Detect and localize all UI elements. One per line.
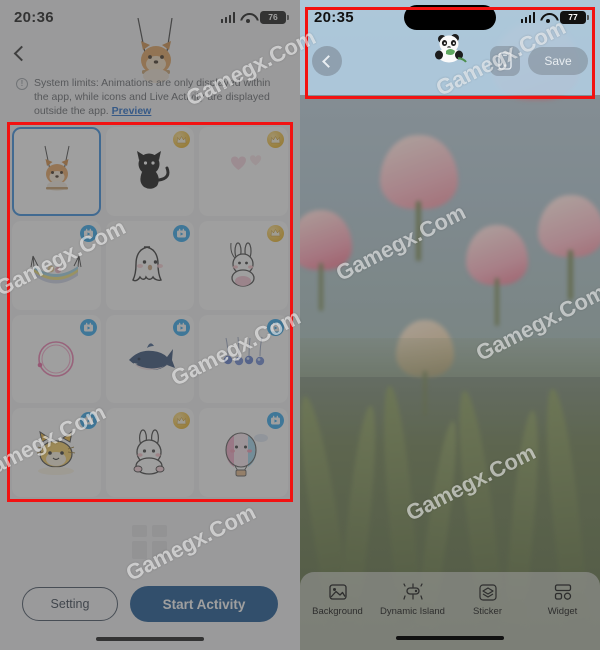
white-ghost-sticker xyxy=(132,246,163,282)
image-icon xyxy=(327,582,349,602)
hammock-sticker xyxy=(30,255,82,284)
sticker-cell-yellow-cat[interactable] xyxy=(12,408,101,497)
right-dim-overlay xyxy=(300,0,600,650)
notice-text: System limits: Animations are only displ… xyxy=(34,76,284,118)
setting-button[interactable]: Setting xyxy=(22,587,118,621)
pink-circle-loop-sticker xyxy=(38,341,75,377)
hanging-ornaments-sticker xyxy=(223,336,264,366)
hot-air-balloon-sticker xyxy=(225,432,268,477)
battery-icon: 76 xyxy=(260,10,289,24)
right-status-bar: 20:35 77 xyxy=(300,0,600,34)
dynamic-island-icon xyxy=(402,582,424,602)
status-indicators: 77 xyxy=(520,10,589,24)
tab-background[interactable]: Background xyxy=(300,582,375,617)
sticker-grid xyxy=(12,127,288,497)
sticker-cell-hammock[interactable] xyxy=(12,220,101,310)
premium-crown-badge xyxy=(173,412,191,430)
sticker-cell-shark[interactable] xyxy=(105,314,195,404)
dynamic-island[interactable] xyxy=(404,5,496,30)
tab-label: Dynamic Island xyxy=(380,606,445,617)
panda-sticker xyxy=(435,34,467,63)
home-indicator xyxy=(396,635,504,640)
battery-level: 77 xyxy=(568,12,578,22)
system-limits-notice: ! System limits: Animations are only dis… xyxy=(16,76,284,118)
phone-preview-icon xyxy=(498,52,512,70)
tab-label: Background xyxy=(312,606,363,617)
start-activity-button[interactable]: Start Activity xyxy=(130,586,278,622)
wifi-icon xyxy=(240,12,255,23)
sticker-grid-wrapper xyxy=(12,127,288,497)
sticker-cell-pink-circle-loop[interactable] xyxy=(12,314,101,404)
home-indicator xyxy=(96,636,204,641)
video-play-badge xyxy=(173,224,191,242)
save-button[interactable]: Save xyxy=(528,47,588,75)
video-play-badge xyxy=(266,318,284,336)
wifi-icon xyxy=(540,12,555,23)
widget-placeholder xyxy=(132,525,168,559)
back-button[interactable] xyxy=(312,46,342,76)
left-status-bar: 20:36 76 xyxy=(0,0,300,34)
status-indicators: 76 xyxy=(220,10,289,24)
black-cat-sticker xyxy=(136,151,170,190)
video-play-badge xyxy=(79,224,97,242)
shiba-swing-sticker xyxy=(44,146,70,192)
screenshot-root: 20:36 76 ! System limits: Animations are… xyxy=(0,0,600,650)
pink-bunny-sticker xyxy=(230,242,255,287)
video-play-badge xyxy=(266,412,284,430)
video-play-badge xyxy=(173,318,191,336)
tab-widget[interactable]: Widget xyxy=(525,582,600,617)
sticker-cell-white-ghost[interactable] xyxy=(105,220,195,310)
status-time: 20:36 xyxy=(14,8,54,26)
tab-dynamic-island[interactable]: Dynamic Island xyxy=(375,582,450,617)
status-time: 20:35 xyxy=(314,8,354,26)
tab-sticker[interactable]: Sticker xyxy=(450,582,525,617)
info-icon: ! xyxy=(16,78,28,90)
shark-sticker xyxy=(128,343,175,370)
tab-label: Sticker xyxy=(472,606,503,617)
chevron-left-icon[interactable] xyxy=(13,45,30,61)
device-preview-button[interactable] xyxy=(490,46,520,76)
notice-body: System limits: Animations are only displ… xyxy=(34,77,271,117)
sticker-cell-black-cat[interactable] xyxy=(105,127,195,216)
sticker-cell-shiba-swing[interactable] xyxy=(12,127,101,216)
cellular-signal-icon xyxy=(220,11,235,23)
left-nav-row xyxy=(0,34,300,72)
layers-sticker-icon xyxy=(477,582,499,602)
yellow-cat-sticker xyxy=(37,430,76,475)
sticker-cell-pink-heart[interactable] xyxy=(199,127,288,216)
battery-icon: 77 xyxy=(560,10,589,24)
sticker-cell-white-rabbit[interactable] xyxy=(105,408,195,497)
premium-crown-badge xyxy=(266,131,284,148)
tab-label: Widget xyxy=(547,606,578,617)
preview-link[interactable]: Preview xyxy=(112,105,152,117)
cellular-signal-icon xyxy=(520,11,535,23)
sticker-cell-hanging-ornaments[interactable] xyxy=(199,314,288,404)
white-rabbit-sticker xyxy=(133,429,165,475)
video-play-badge xyxy=(79,412,97,430)
premium-crown-badge xyxy=(266,224,284,242)
left-phone-panel: 20:36 76 ! System limits: Animations are… xyxy=(0,0,300,650)
chevron-left-icon xyxy=(322,54,335,68)
sticker-cell-pink-bunny[interactable] xyxy=(199,220,288,310)
pink-heart-sticker xyxy=(230,155,261,171)
premium-crown-badge xyxy=(173,131,191,148)
widget-grid-icon xyxy=(552,582,574,602)
video-play-badge xyxy=(79,318,97,336)
right-phone-panel: 20:35 77 Save Background Dynamic Island … xyxy=(300,0,600,650)
battery-level: 76 xyxy=(268,12,278,22)
sticker-cell-hot-air-balloon[interactable] xyxy=(199,408,288,497)
